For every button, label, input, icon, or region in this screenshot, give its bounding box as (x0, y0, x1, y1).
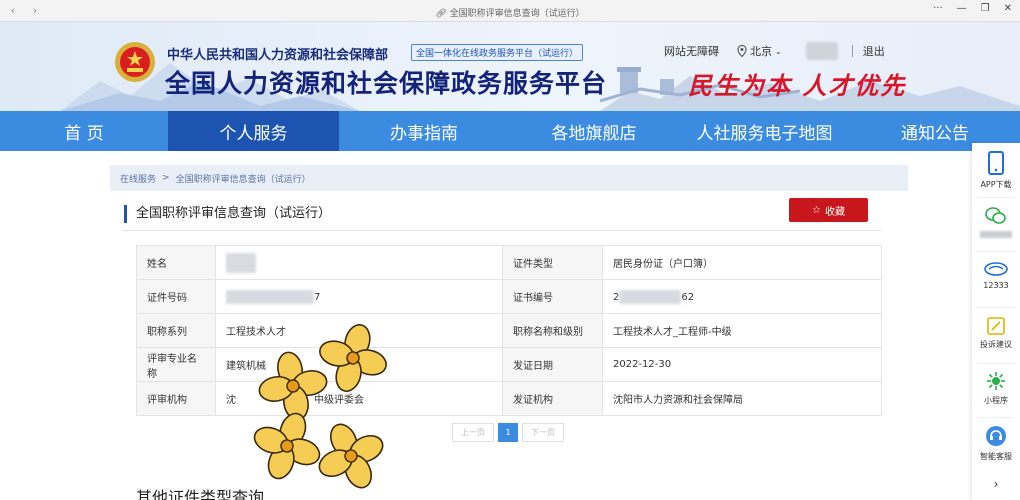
accessibility-link[interactable]: 网站无障碍 (664, 43, 719, 59)
value-issuing-org: 沈阳市人力资源和社会保障局 (602, 381, 882, 416)
header-links: 网站无障碍 北京 ⌄ 退出 (664, 42, 885, 60)
restore-icon[interactable]: ❐ (981, 3, 990, 14)
label-title-level: 职称名称和级别 (502, 313, 603, 348)
location-selector[interactable]: 北京 ⌄ (737, 43, 782, 59)
id-number-tail: 7 (314, 291, 321, 303)
national-emblem-icon (115, 42, 155, 82)
ministry-name: 中华人民共和国人力资源和社会保障部 (167, 48, 389, 63)
divider (978, 197, 1014, 198)
miniprogram-button[interactable]: 小程序 (972, 371, 1020, 406)
site-banner: 中华人民共和国人力资源和社会保障部 全国一体化在线政务服务平台（试运行） 全国人… (0, 22, 1020, 111)
value-title-level: 工程技术人才_工程师-中级 (602, 313, 882, 348)
label-issue-date: 发证日期 (502, 347, 603, 382)
complaint-label: 投诉建议 (980, 340, 1012, 349)
redacted-id (226, 289, 314, 304)
browser-toolbar: ‹ › 🔗︎ 全国职称评审信息查询（试运行） ··· — ❐ ✕ (0, 0, 1020, 22)
nav-service-map[interactable]: 人社服务电子地图 (679, 111, 850, 151)
chevron-down-icon: ⌄ (775, 46, 782, 56)
calligraphy-slogan: 民生为本 人才优先 (688, 71, 907, 100)
flower-sticker-overlay (242, 318, 397, 500)
label-name: 姓名 (136, 245, 216, 280)
collapse-button[interactable]: › (972, 477, 1020, 491)
complaint-button[interactable]: 投诉建议 (972, 317, 1020, 350)
nav-service-guide[interactable]: 办事指南 (339, 111, 509, 151)
table-row: 姓名 证件类型 居民身份证（户口簿） (136, 245, 882, 280)
hotline-label: 12333 (983, 281, 1009, 290)
wechat-button[interactable] (972, 207, 1020, 238)
divider (978, 251, 1014, 252)
browser-menu-icon[interactable]: ··· (933, 3, 943, 14)
divider (851, 45, 853, 57)
chevron-right-icon: › (993, 477, 999, 491)
cert-number-tail: 62 (681, 291, 695, 303)
label-id-number: 证件号码 (136, 279, 216, 314)
breadcrumb-separator: > (162, 173, 170, 183)
label-major: 评审专业名称 (136, 347, 216, 382)
section-title: 全国职称评审信息查询（试运行） (124, 205, 331, 223)
app-download-button[interactable]: APP下载 (972, 151, 1020, 190)
label-series: 职称系列 (136, 313, 216, 348)
value-id-type: 居民身份证（户口簿） (602, 245, 882, 280)
close-icon[interactable]: ✕ (1004, 3, 1012, 14)
headset-icon (986, 426, 1006, 446)
logout-link[interactable]: 退出 (863, 43, 885, 59)
star-icon: ☆ (812, 204, 821, 216)
value-id-number: 7 (215, 279, 503, 314)
prev-page-button[interactable]: 上一页 (452, 423, 494, 442)
redacted-label (980, 231, 1012, 238)
divider (978, 417, 1014, 418)
redacted-name (226, 252, 256, 273)
label-cert-number: 证书编号 (502, 279, 603, 314)
value-issue-date: 2022-12-30 (602, 347, 882, 382)
favorite-button[interactable]: ☆ 收藏 (789, 198, 868, 222)
app-download-label: APP下载 (980, 180, 1012, 189)
divider (978, 363, 1014, 364)
platform-tag: 全国一体化在线政务服务平台（试运行） (411, 44, 584, 61)
hotline-icon (984, 262, 1008, 276)
breadcrumb-current[interactable]: 全国职称评审信息查询（试运行） (176, 172, 311, 185)
link-icon: 🔗︎ (435, 9, 450, 19)
phone-icon (988, 151, 1004, 175)
divider (978, 307, 1014, 308)
edit-icon (987, 317, 1005, 335)
label-review-org: 评审机构 (136, 381, 216, 416)
location-pin-icon (737, 45, 747, 57)
user-name-redacted[interactable] (805, 42, 838, 60)
pagination: 上一页 1 下一页 (452, 423, 564, 442)
right-float-sidebar: APP下载 12333 投诉建议 小程序 智能客服 › (972, 143, 1020, 500)
nav-local-stores[interactable]: 各地旗舰店 (509, 111, 679, 151)
value-name (215, 245, 503, 280)
breadcrumb-root[interactable]: 在线服务 (120, 172, 156, 185)
label-issuing-org: 发证机构 (502, 381, 603, 416)
nav-home[interactable]: 首 页 (0, 111, 168, 151)
nav-personal-services[interactable]: 个人服务 (168, 111, 339, 151)
main-nav: 首 页 个人服务 办事指南 各地旗舰店 人社服务电子地图 通知公告 (0, 111, 1020, 151)
miniprogram-label: 小程序 (984, 396, 1008, 405)
smart-service-button[interactable]: 智能客服 (972, 425, 1020, 462)
page: ‹ › 🔗︎ 全国职称评审信息查询（试运行） ··· — ❐ ✕ 中华人民共和国… (0, 0, 1020, 500)
section-divider (122, 230, 882, 231)
label-id-type: 证件类型 (502, 245, 603, 280)
minimize-icon[interactable]: — (957, 3, 967, 14)
table-row: 证件号码 7 证书编号 2 62 (136, 279, 882, 314)
breadcrumb: 在线服务 > 全国职称评审信息查询（试运行） (110, 165, 908, 191)
next-page-button[interactable]: 下一页 (522, 423, 564, 442)
smart-service-label: 智能客服 (980, 452, 1012, 461)
wechat-icon (985, 207, 1006, 224)
favorite-label: 收藏 (824, 206, 845, 218)
hotline-button[interactable]: 12333 (972, 261, 1020, 290)
browser-title: 全国职称评审信息查询（试运行） (449, 9, 585, 19)
page-1-button[interactable]: 1 (498, 423, 518, 442)
value-cert-number: 2 62 (602, 279, 882, 314)
platform-title: 全国人力资源和社会保障政务服务平台 (165, 69, 608, 98)
location-label: 北京 (750, 45, 772, 58)
miniprogram-icon (987, 372, 1005, 390)
redacted-cert (619, 289, 682, 304)
